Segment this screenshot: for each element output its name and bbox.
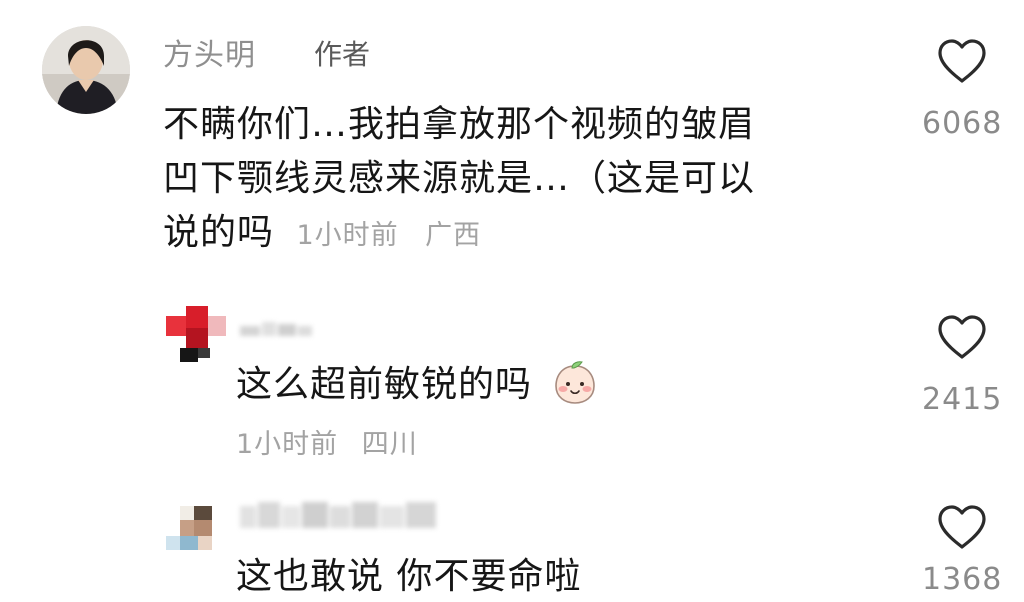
comment-location: 广西 bbox=[425, 220, 482, 251]
reply-item: 这也敢说 你不要命啦 1368 bbox=[0, 490, 1024, 602]
peach-face-emoji-icon bbox=[555, 361, 596, 404]
user-photo-avatar-icon bbox=[42, 26, 130, 114]
reply-avatar[interactable] bbox=[166, 302, 228, 364]
heart-icon bbox=[938, 39, 986, 83]
reply-avatar[interactable] bbox=[166, 502, 224, 560]
reply-location: 四川 bbox=[361, 429, 418, 460]
author-badge: 作者 bbox=[314, 38, 371, 71]
pixelated-avatar-icon bbox=[166, 306, 226, 362]
like-button[interactable]: 6068 bbox=[922, 38, 1002, 141]
comment-list: 方头明 作者 不瞒你们…我拍拿放那个视频的皱眉 凹下颚线灵感来源就是…（这是可以… bbox=[0, 0, 1024, 602]
comment-text-line: 凹下颚线灵感来源就是…（这是可以 bbox=[163, 158, 756, 199]
comment-text-tail: 说的吗 bbox=[163, 212, 275, 253]
comment-text-line: 说的吗 1小时前 广西 bbox=[163, 206, 883, 263]
reply-item: 这么超前敏锐的吗 1小时前 四川 2415 bbox=[0, 290, 1024, 490]
like-count: 2415 bbox=[922, 382, 1003, 417]
like-count: 6068 bbox=[922, 106, 1003, 141]
reply-time: 1小时前 bbox=[236, 429, 339, 460]
author-avatar[interactable] bbox=[42, 26, 130, 114]
like-button[interactable]: 2415 bbox=[922, 314, 1002, 417]
comment-text: 不瞒你们…我拍拿放那个视频的皱眉 凹下颚线灵感来源就是…（这是可以 说的吗 1小… bbox=[163, 98, 883, 263]
reply-meta: 1小时前 四川 bbox=[236, 422, 418, 461]
comment-item: 方头明 作者 不瞒你们…我拍拿放那个视频的皱眉 凹下颚线灵感来源就是…（这是可以… bbox=[0, 0, 1024, 290]
reply-text: 这么超前敏锐的吗 bbox=[236, 358, 876, 412]
reply-text-content: 这么超前敏锐的吗 bbox=[236, 364, 533, 405]
comment-text-line: 不瞒你们…我拍拿放那个视频的皱眉 bbox=[163, 104, 756, 145]
reply-text: 这也敢说 你不要命啦 bbox=[236, 550, 876, 602]
comment-time: 1小时前 bbox=[296, 220, 399, 251]
heart-icon bbox=[938, 315, 986, 359]
pixelated-avatar-icon bbox=[166, 506, 212, 550]
blurred-author-name bbox=[240, 322, 312, 336]
blurred-author-name bbox=[240, 502, 436, 528]
like-count: 1368 bbox=[922, 562, 1003, 597]
heart-icon bbox=[938, 505, 986, 549]
reply-text-content: 这也敢说 你不要命啦 bbox=[236, 556, 582, 597]
like-button[interactable]: 1368 bbox=[922, 504, 1002, 597]
author-name[interactable]: 方头明 bbox=[163, 30, 256, 74]
